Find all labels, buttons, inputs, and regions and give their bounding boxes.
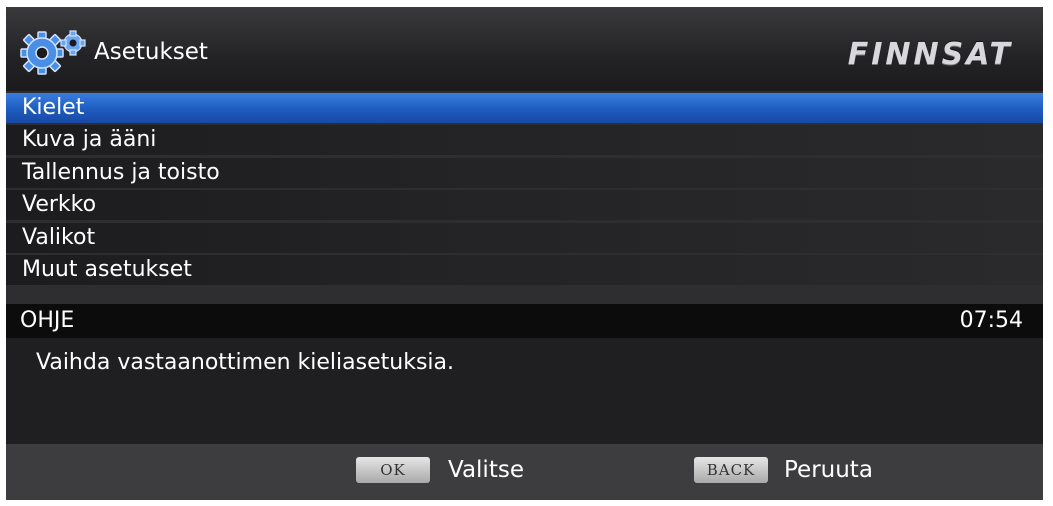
back-key-icon[interactable]: BACK <box>694 457 768 483</box>
menu-item-tallennus-ja-toisto[interactable]: Tallennus ja toisto <box>6 157 1043 188</box>
help-title: OHJE <box>20 308 75 333</box>
help-panel: Vaihda vastaanottimen kieliasetuksia. <box>6 338 1043 444</box>
menu-item-kielet[interactable]: Kielet <box>6 93 1043 123</box>
gear-icon <box>20 30 86 75</box>
clock: 07:54 <box>959 308 1023 333</box>
help-text: Vaihda vastaanottimen kieliasetuksia. <box>36 350 454 375</box>
menu-item-muut-asetukset[interactable]: Muut asetukset <box>6 254 1043 285</box>
settings-screen: Asetukset FINNSAT Kielet Kuva ja ääni Ta… <box>6 7 1043 500</box>
footer: OK Valitse BACK Peruuta <box>6 444 1043 500</box>
back-action-label: Peruuta <box>784 457 873 483</box>
settings-menu: Kielet Kuva ja ääni Tallennus ja toisto … <box>6 93 1043 287</box>
ok-action-label: Valitse <box>448 457 524 483</box>
page-title: Asetukset <box>94 39 208 65</box>
ok-key-icon[interactable]: OK <box>356 457 430 483</box>
menu-item-valikot[interactable]: Valikot <box>6 222 1043 253</box>
menu-item-verkko[interactable]: Verkko <box>6 190 1043 221</box>
help-header: OHJE 07:54 <box>6 304 1043 338</box>
menu-item-kuva-ja-aani[interactable]: Kuva ja ääni <box>6 125 1043 156</box>
header: Asetukset FINNSAT <box>6 7 1043 91</box>
brand-logo: FINNSAT <box>847 37 1013 72</box>
